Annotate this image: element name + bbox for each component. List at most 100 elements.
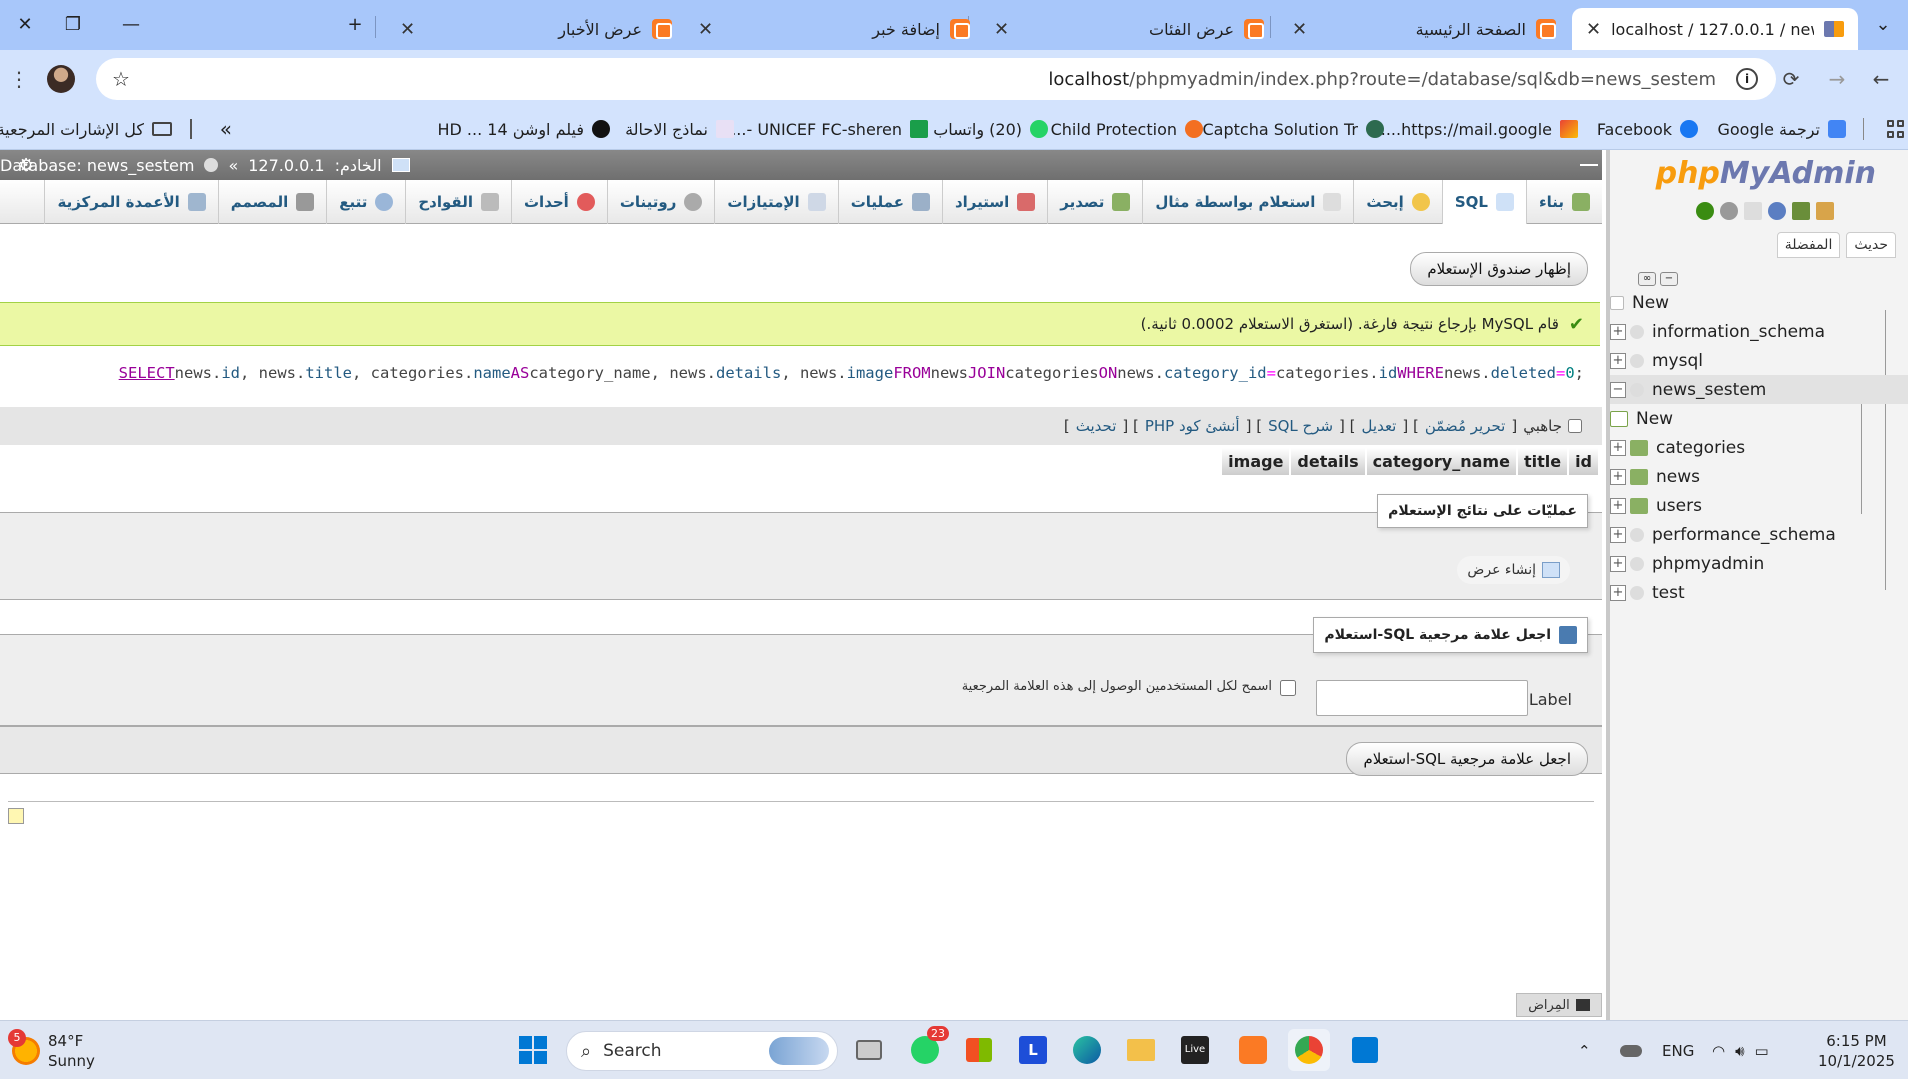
- tab-central-columns[interactable]: الأعمدة المركزية: [44, 180, 217, 224]
- chrome-taskbar-icon[interactable]: [1288, 1029, 1330, 1071]
- tab-news-list[interactable]: عرض الأخبار ✕: [386, 8, 686, 50]
- tab-recent[interactable]: حديث: [1846, 232, 1896, 258]
- start-button[interactable]: [512, 1029, 554, 1071]
- bookmark-gmail[interactable]: https://mail.google....: [1381, 108, 1578, 150]
- expand-icon[interactable]: +: [1610, 468, 1626, 485]
- tab-structure[interactable]: بناء: [1525, 180, 1602, 224]
- tab-add-news[interactable]: ✕ إضافة خبر: [684, 8, 984, 50]
- help-icon[interactable]: [1768, 202, 1786, 220]
- settings-icon[interactable]: [1720, 202, 1738, 220]
- column-header-details[interactable]: details: [1291, 448, 1365, 475]
- clock[interactable]: 6:15 PM 10/1/2025: [1818, 1021, 1895, 1079]
- tab-privileges[interactable]: الإمتيازات: [714, 180, 837, 224]
- close-tab-icon[interactable]: ✕: [698, 19, 713, 40]
- bookmark-label-input[interactable]: [1316, 680, 1528, 716]
- bookmark-child-protection[interactable]: Child Protection: [1051, 108, 1203, 150]
- column-header-category-name[interactable]: category_name: [1366, 448, 1516, 475]
- url-bar[interactable]: localhost/phpmyadmin/index.php?route=/da…: [96, 58, 1776, 100]
- edge-icon[interactable]: [1066, 1029, 1108, 1071]
- docs-icon[interactable]: [1744, 202, 1762, 220]
- bookmark-query-button[interactable]: اجعل علامة مرجعية SQL-استعلام: [1346, 742, 1588, 776]
- profile-avatar[interactable]: [42, 60, 80, 98]
- bookmark-referral-forms[interactable]: نماذج الاحالة: [625, 108, 734, 150]
- weather-widget[interactable]: 5 84°F Sunny: [8, 1021, 95, 1079]
- tab-export[interactable]: تصدير: [1047, 180, 1142, 224]
- edit-inline-link[interactable]: تحرير مُضمّن: [1425, 417, 1506, 435]
- expand-icon[interactable]: +: [1610, 526, 1626, 543]
- tab-triggers[interactable]: القوادح: [405, 180, 511, 224]
- expand-icon[interactable]: +: [1610, 555, 1626, 572]
- restore-window-button[interactable]: ❐: [48, 0, 98, 48]
- launcher-l-icon[interactable]: L: [1012, 1029, 1054, 1071]
- allow-all-users-checkbox[interactable]: [1280, 680, 1296, 696]
- chrome-menu-icon[interactable]: ⋮: [0, 60, 38, 98]
- bookmark-facebook[interactable]: Facebook: [1597, 108, 1698, 150]
- inline-checkbox[interactable]: [1568, 419, 1582, 433]
- new-tab-button[interactable]: +: [330, 0, 380, 48]
- tree-item-new-table[interactable]: New: [1610, 404, 1908, 433]
- collapse-icon[interactable]: −: [1610, 381, 1626, 398]
- exit-icon[interactable]: [1792, 202, 1810, 220]
- file-explorer-icon[interactable]: [1120, 1029, 1162, 1071]
- back-icon[interactable]: ←: [1862, 60, 1900, 98]
- bookmark-movie[interactable]: فيلم اوشن 14 ... HD: [437, 108, 610, 150]
- minimize-window-button[interactable]: —: [106, 0, 156, 48]
- sql-keyword[interactable]: SELECT: [119, 364, 175, 382]
- language-indicator[interactable]: ENG: [1662, 1021, 1694, 1079]
- more-bookmarks-icon[interactable]: »: [220, 108, 232, 150]
- tree-item-test[interactable]: test +: [1610, 578, 1908, 607]
- tree-item-new[interactable]: New: [1610, 288, 1908, 317]
- bookmark-unicef[interactable]: UNICEF FC-sheren -...: [731, 108, 928, 150]
- collapse-nav-icon[interactable]: [1580, 164, 1598, 166]
- tab-phpmyadmin[interactable]: ✕ localhost / 127.0.0.1 / news_ses: [1572, 8, 1858, 50]
- column-header-id[interactable]: id: [1569, 448, 1598, 475]
- tab-categories[interactable]: ✕ عرض الفئات: [980, 8, 1278, 50]
- tab-import[interactable]: استيراد: [941, 180, 1047, 224]
- tab-tracking[interactable]: تتبع: [326, 180, 405, 224]
- store-icon[interactable]: [958, 1029, 1000, 1071]
- xampp-taskbar-icon[interactable]: [1232, 1029, 1274, 1071]
- print-view-icon[interactable]: [8, 808, 24, 824]
- column-header-image[interactable]: image: [1222, 448, 1290, 475]
- phpmyadmin-logo[interactable]: phpMyAdmin: [1656, 156, 1876, 191]
- tab-operations[interactable]: عمليات: [837, 180, 942, 224]
- tree-item-news[interactable]: news +: [1610, 462, 1908, 491]
- tab-query-by-example[interactable]: استعلام بواسطة مثال: [1142, 180, 1353, 224]
- bookmark-captcha[interactable]: Captcha Solution Tr...: [1187, 108, 1384, 150]
- vscode-icon[interactable]: [1344, 1029, 1386, 1071]
- expand-icon[interactable]: +: [1610, 352, 1626, 369]
- system-tray[interactable]: ◠ 🔊︎ ▭: [1712, 1021, 1769, 1079]
- bookmark-google-translate[interactable]: ترجمة Google: [1717, 108, 1846, 150]
- tab-search-chevron-icon[interactable]: ⌄: [1858, 0, 1908, 48]
- reload-nav-icon[interactable]: [1696, 202, 1714, 220]
- close-window-button[interactable]: ✕: [0, 0, 50, 48]
- close-tab-icon[interactable]: ✕: [400, 19, 415, 40]
- tree-item-information-schema[interactable]: information_schema +: [1610, 317, 1908, 346]
- create-view-link[interactable]: إنشاء عرض: [1457, 556, 1570, 584]
- close-tab-icon[interactable]: ✕: [994, 19, 1009, 40]
- expand-icon[interactable]: +: [1610, 584, 1626, 601]
- taskbar-search[interactable]: ⌕ Search: [566, 1031, 838, 1071]
- collapse-all-icon[interactable]: −: [1660, 272, 1678, 286]
- bookmark-whatsapp[interactable]: (20) واتساب: [933, 108, 1048, 150]
- tree-item-phpmyadmin[interactable]: phpmyadmin +: [1610, 549, 1908, 578]
- edit-link[interactable]: تعديل: [1362, 417, 1397, 435]
- tab-favorites[interactable]: المفضلة: [1776, 232, 1841, 258]
- explain-sql-link[interactable]: شرح SQL: [1268, 417, 1333, 435]
- whatsapp-taskbar-icon[interactable]: 23: [904, 1026, 949, 1071]
- settings-gear-icon[interactable]: ⚙: [18, 155, 34, 176]
- all-bookmarks-folder[interactable]: كل الإشارات المرجعية: [0, 108, 172, 150]
- expand-icon[interactable]: +: [1610, 323, 1626, 340]
- tree-item-news-sestem[interactable]: news_sestem −: [1610, 375, 1908, 404]
- refresh-link[interactable]: تحديث: [1076, 417, 1117, 435]
- close-tab-icon[interactable]: ✕: [1292, 19, 1307, 40]
- tab-events[interactable]: أحداث: [510, 180, 607, 224]
- live-app-icon[interactable]: Live: [1174, 1029, 1216, 1071]
- site-info-icon[interactable]: i: [1736, 68, 1758, 90]
- console-toggle[interactable]: المِراض: [1516, 993, 1602, 1017]
- apps-grid-icon[interactable]: [1886, 108, 1904, 150]
- link-icon[interactable]: ∞: [1638, 272, 1656, 286]
- forward-icon[interactable]: →: [1818, 60, 1856, 98]
- tab-routines[interactable]: روتينات: [606, 180, 715, 224]
- tab-search[interactable]: إبحث: [1353, 180, 1441, 224]
